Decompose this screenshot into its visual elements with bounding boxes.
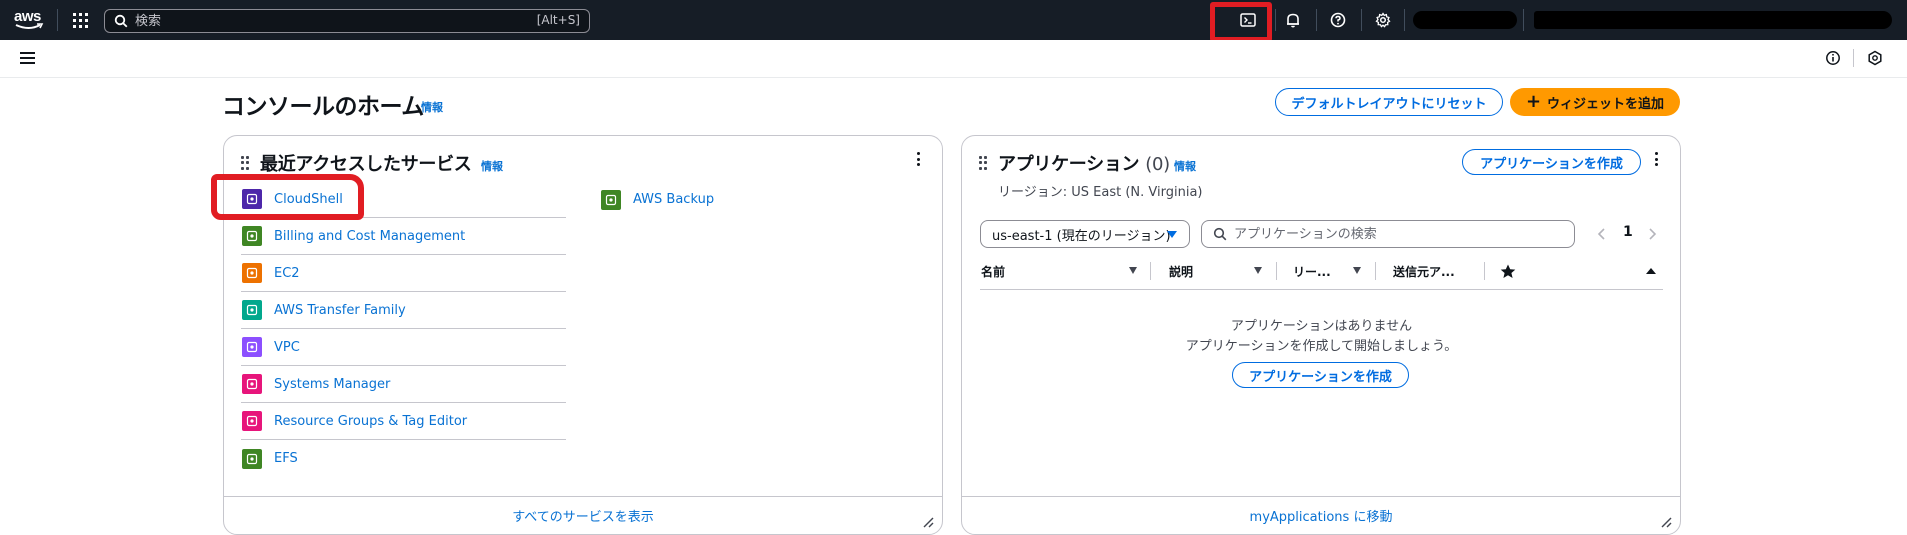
column-divider[interactable] (1150, 262, 1151, 280)
account-menu-redacted[interactable] (1534, 11, 1892, 29)
column-header-region[interactable]: リー... (1293, 263, 1331, 280)
service-icon (601, 189, 621, 210)
drag-handle-icon[interactable] (979, 156, 987, 170)
applications-title: アプリケーション (0) (998, 150, 1170, 176)
view-all-services-link[interactable]: すべてのサービスを表示 (224, 496, 942, 534)
service-icon (242, 374, 262, 394)
sort-caret-icon[interactable] (1353, 267, 1361, 274)
cloudshell-highlight-annotation (211, 174, 364, 220)
services-menu-icon[interactable] (73, 13, 88, 28)
notifications-panel-icon[interactable] (1867, 50, 1883, 66)
search-shortcut: [Alt+S] (536, 13, 580, 27)
column-divider[interactable] (1484, 262, 1485, 280)
column-header-name[interactable]: 名前 (981, 263, 1005, 280)
service-icon (242, 263, 262, 283)
service-link-item[interactable]: AWS Backup (600, 181, 925, 218)
recent-services-title: 最近アクセスしたサービス (260, 154, 472, 175)
service-icon (242, 411, 262, 431)
caret-down-icon (1167, 231, 1177, 238)
help-icon[interactable] (1329, 11, 1347, 29)
divider (1275, 9, 1276, 31)
table-header-divider (980, 289, 1663, 290)
search-icon (1213, 227, 1227, 241)
column-divider[interactable] (1375, 262, 1376, 280)
service-name: Billing and Cost Management (274, 228, 466, 244)
service-link-item[interactable]: Resource Groups & Tag Editor (241, 403, 566, 440)
settings-gear-icon[interactable] (1374, 11, 1392, 29)
applications-count: (0) (1145, 154, 1170, 175)
service-link-item[interactable]: VPC (241, 329, 566, 366)
widget-options-icon[interactable] (1654, 152, 1658, 166)
search-input[interactable] (135, 12, 515, 30)
info-circle-icon[interactable] (1825, 50, 1841, 66)
hamburger-menu-icon[interactable] (20, 52, 35, 64)
service-icon (242, 300, 262, 320)
search-icon (114, 14, 128, 28)
region-label: リージョン: US East (N. Virginia) (998, 185, 1203, 200)
previous-page-icon[interactable] (1597, 228, 1607, 240)
current-page-number[interactable]: 1 (1623, 224, 1633, 240)
divider (1316, 9, 1317, 31)
service-name: Resource Groups & Tag Editor (274, 413, 468, 429)
divider (57, 9, 58, 31)
service-link-item[interactable]: EC2 (241, 255, 566, 292)
service-link-item[interactable]: Systems Manager (241, 366, 566, 403)
add-widget-button[interactable]: + ウィジェットを追加 (1510, 88, 1680, 116)
sort-caret-icon[interactable] (1254, 267, 1262, 274)
top-navigation-bar: aws [Alt+S] (0, 0, 1907, 42)
drag-handle-icon[interactable] (241, 156, 249, 170)
service-icon (242, 448, 262, 469)
service-link-item[interactable]: EFS (241, 440, 566, 477)
divider (1361, 9, 1362, 31)
aws-smile-icon (15, 23, 44, 29)
service-link-item[interactable]: AWS Transfer Family (241, 292, 566, 329)
service-name: AWS Backup (633, 192, 715, 207)
service-name: EC2 (274, 265, 300, 281)
global-search[interactable]: [Alt+S] (104, 9, 590, 33)
add-widget-label: ウィジェットを追加 (1547, 96, 1665, 112)
divider (1404, 9, 1405, 31)
region-select-value: us-east-1 (現在のリージョン) (992, 228, 1171, 244)
notifications-bell-icon[interactable] (1284, 11, 1302, 29)
applications-info-link[interactable]: 情報 (1174, 158, 1196, 174)
service-name: VPC (274, 339, 300, 355)
service-name: EFS (274, 451, 298, 466)
resize-handle-icon[interactable] (922, 516, 934, 528)
recent-services-info-link[interactable]: 情報 (481, 158, 503, 174)
next-page-icon[interactable] (1647, 228, 1657, 240)
go-to-myapplications-link[interactable]: myApplications に移動 (962, 496, 1680, 534)
empty-create-application-button[interactable]: アプリケーションを作成 (1232, 362, 1409, 388)
application-search[interactable] (1201, 220, 1575, 248)
page-info-link[interactable]: 情報 (421, 99, 443, 115)
empty-state-title: アプリケーションはありません (1230, 319, 1413, 334)
service-name: Systems Manager (274, 376, 391, 392)
widget-options-icon[interactable] (916, 152, 920, 166)
divider (1853, 49, 1854, 67)
cloudshell-highlight-annotation (1210, 2, 1272, 42)
create-application-button[interactable]: アプリケーションを作成 (1462, 149, 1641, 175)
service-icon (242, 226, 262, 246)
applications-title-text: アプリケーション (998, 154, 1140, 175)
resize-handle-icon[interactable] (1660, 516, 1672, 528)
secondary-toolbar (0, 40, 1907, 78)
reset-layout-button[interactable]: デフォルトレイアウトにリセット (1275, 88, 1503, 116)
service-link-item[interactable]: Billing and Cost Management (241, 218, 566, 255)
aws-logo[interactable]: aws (14, 6, 44, 34)
service-name: AWS Transfer Family (274, 302, 406, 318)
service-icon (242, 337, 262, 357)
plus-icon: + (1525, 91, 1542, 112)
application-search-input[interactable] (1234, 225, 1564, 243)
column-divider[interactable] (1276, 262, 1277, 280)
region-select[interactable]: us-east-1 (現在のリージョン) (980, 220, 1190, 248)
sort-caret-icon[interactable] (1129, 267, 1137, 274)
divider (1523, 9, 1524, 31)
region-menu-redacted[interactable] (1413, 11, 1517, 29)
page-title: コンソールのホーム (222, 94, 424, 120)
column-header-description[interactable]: 説明 (1169, 263, 1193, 280)
sort-ascending-icon[interactable] (1645, 267, 1657, 275)
column-header-source[interactable]: 送信元ア... (1393, 263, 1455, 280)
favorite-star-icon[interactable] (1500, 264, 1516, 279)
empty-state-description: アプリケーションを作成して開始しましょう。 (1185, 339, 1458, 354)
